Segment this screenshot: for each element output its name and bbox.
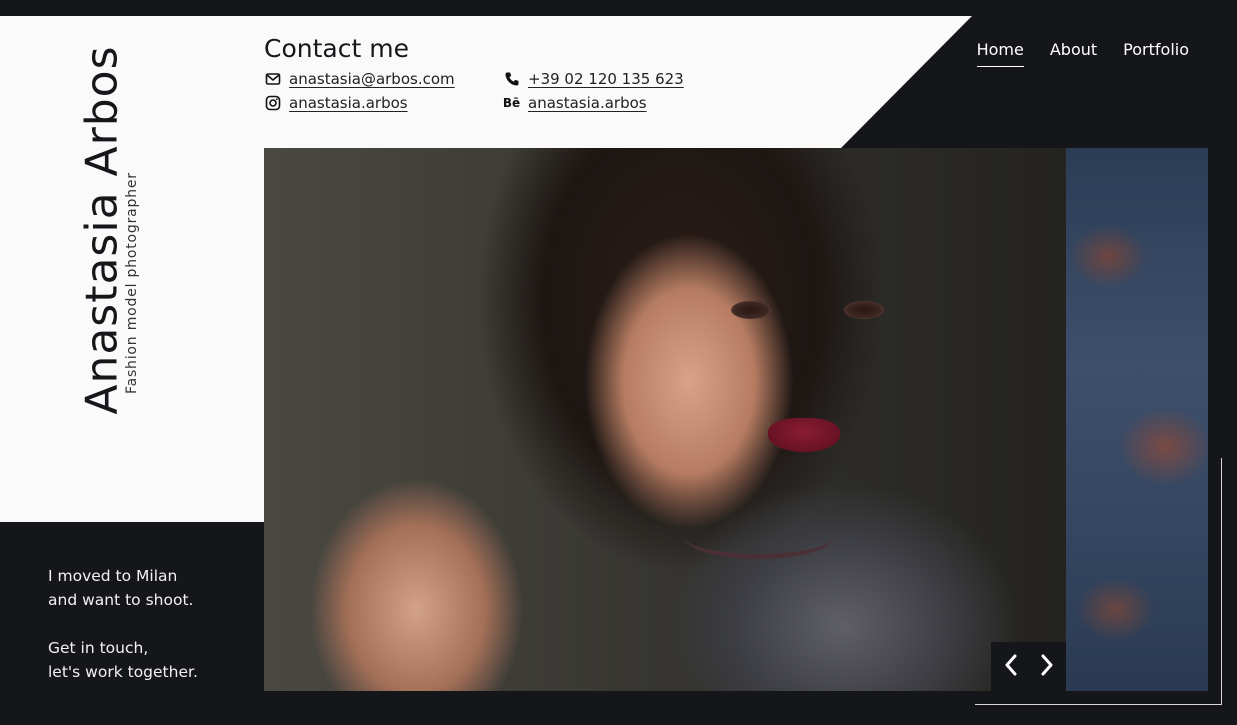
instagram-icon — [264, 95, 281, 112]
main-nav: Home About Portfolio — [976, 40, 1189, 67]
email-link[interactable]: anastasia@arbos.com — [289, 70, 455, 88]
about-paragraph-1: I moved to Milan and want to shoot. — [48, 564, 248, 612]
about-paragraph-2: Get in touch, let's work together. — [48, 636, 248, 684]
frame-line — [1221, 458, 1222, 705]
photo-detail — [684, 514, 834, 559]
contact-behance[interactable]: Bē anastasia.arbos — [503, 94, 647, 112]
contact-phone[interactable]: +39 02 120 135 623 — [503, 70, 684, 88]
profile-subtitle: Fashion model photographer — [124, 172, 140, 394]
instagram-link[interactable]: anastasia.arbos — [289, 94, 408, 112]
chevron-left-icon — [1003, 654, 1019, 680]
slider-controls — [991, 642, 1066, 691]
about-line-3: Get in touch, — [48, 639, 149, 657]
about-line-4: let's work together. — [48, 663, 198, 681]
prev-slide-button[interactable] — [1001, 654, 1021, 680]
nav-home[interactable]: Home — [976, 40, 1024, 67]
photo-detail — [844, 301, 884, 319]
hero-photo — [264, 148, 1066, 691]
chevron-right-icon — [1039, 654, 1055, 680]
photo-detail — [731, 301, 771, 319]
phone-icon — [503, 71, 520, 88]
next-slide-button[interactable] — [1037, 654, 1057, 680]
frame-line — [975, 704, 1222, 705]
behance-icon: Bē — [502, 96, 521, 110]
photo-detail — [768, 418, 840, 452]
nav-portfolio[interactable]: Portfolio — [1123, 40, 1189, 67]
contact-email[interactable]: anastasia@arbos.com — [264, 70, 455, 88]
next-photo-preview[interactable] — [1066, 148, 1208, 691]
contact-title: Contact me — [264, 34, 409, 63]
behance-link[interactable]: anastasia.arbos — [528, 94, 647, 112]
profile-name: Anastasia Arbos — [76, 45, 128, 415]
about-text: I moved to Milan and want to shoot. Get … — [48, 564, 248, 708]
about-line-1: I moved to Milan — [48, 567, 178, 585]
profile-block: Anastasia Arbos Fashion model photograph… — [62, 46, 146, 480]
about-line-2: and want to shoot. — [48, 591, 194, 609]
mail-icon — [264, 71, 281, 88]
nav-about[interactable]: About — [1050, 40, 1097, 67]
phone-link[interactable]: +39 02 120 135 623 — [528, 70, 684, 88]
contact-instagram[interactable]: anastasia.arbos — [264, 94, 408, 112]
